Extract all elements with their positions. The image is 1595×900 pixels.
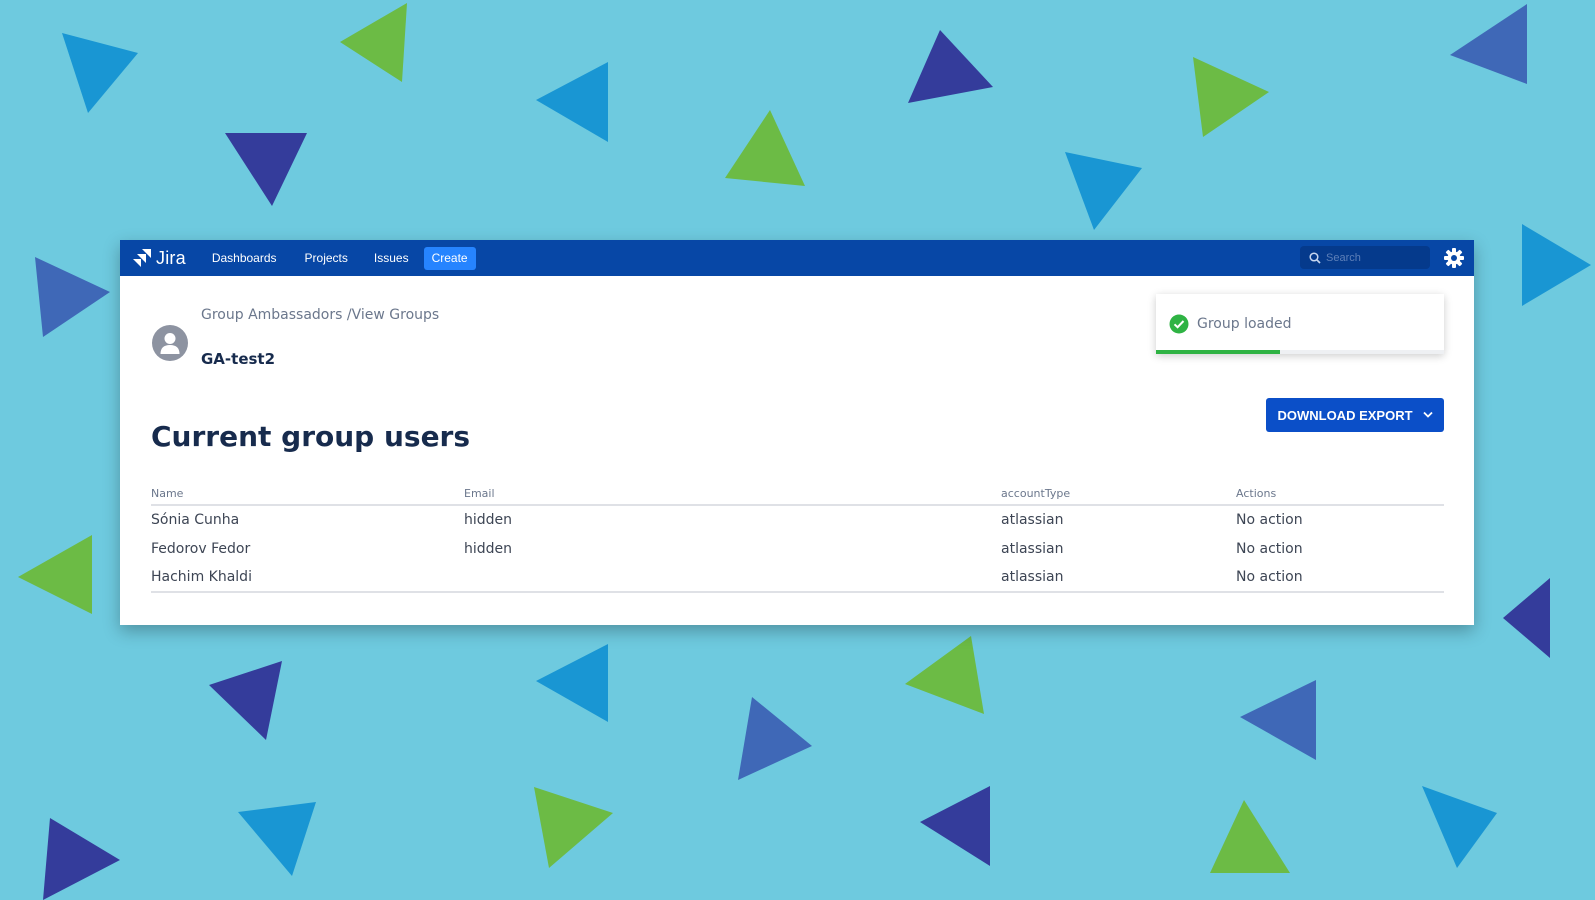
check-circle-icon bbox=[1169, 314, 1189, 334]
chevron-down-icon bbox=[1422, 411, 1433, 418]
jira-logo[interactable]: Jira bbox=[132, 248, 186, 269]
background-triangle bbox=[43, 818, 120, 900]
page-title: Current group users bbox=[151, 420, 471, 453]
cell-email: hidden bbox=[464, 512, 513, 528]
background-triangle bbox=[35, 257, 110, 337]
breadcrumb-separator: / bbox=[342, 307, 352, 323]
create-button[interactable]: Create bbox=[423, 246, 476, 270]
background-triangle bbox=[725, 110, 805, 186]
download-export-label: DOWNLOAD EXPORT bbox=[1277, 407, 1413, 423]
cell-actions: No action bbox=[1236, 563, 1444, 593]
breadcrumb: Group Ambassadors /View Groups bbox=[201, 307, 439, 323]
table-row: Sónia Cunha hidden atlassian No action bbox=[151, 505, 1444, 534]
column-header-accounttype[interactable]: accountType bbox=[1001, 483, 1236, 506]
background-triangle bbox=[534, 787, 613, 868]
download-export-button[interactable]: DOWNLOAD EXPORT bbox=[1266, 398, 1444, 432]
search-input[interactable] bbox=[1326, 251, 1426, 264]
toast-message: Group loaded bbox=[1197, 316, 1292, 332]
column-header-actions: Actions bbox=[1236, 483, 1444, 506]
background-triangle bbox=[209, 661, 282, 740]
table-row: Hachim Khaldi atlassian No action bbox=[151, 563, 1444, 593]
users-table: Name Email accountType Actions Sónia Cun… bbox=[151, 483, 1444, 593]
jira-logo-text: Jira bbox=[156, 247, 186, 268]
cell-name: Fedorov Fedor bbox=[151, 540, 251, 557]
cell-email bbox=[464, 563, 1001, 593]
background-triangle bbox=[1193, 57, 1269, 137]
cell-account-type: atlassian bbox=[1001, 540, 1064, 557]
toast-progress-bar bbox=[1156, 350, 1280, 354]
jira-window: Jira Dashboards Projects Issues Create S… bbox=[120, 240, 1474, 625]
toast-progress-track bbox=[1156, 350, 1444, 354]
background-triangle bbox=[908, 30, 993, 103]
cell-email: hidden bbox=[464, 540, 513, 557]
search-box[interactable] bbox=[1300, 246, 1430, 269]
background-triangle bbox=[1210, 800, 1290, 873]
top-navigation-bar: Jira Dashboards Projects Issues Create bbox=[120, 240, 1474, 276]
breadcrumb-view-groups[interactable]: View Groups bbox=[352, 307, 440, 323]
background-triangle bbox=[1450, 4, 1527, 84]
background-triangle bbox=[920, 786, 990, 866]
toast-notification: Group loaded bbox=[1156, 294, 1444, 354]
background-triangle bbox=[225, 133, 307, 206]
cell-name: Sónia Cunha bbox=[151, 512, 240, 528]
gear-icon[interactable] bbox=[1443, 247, 1465, 269]
user-avatar-icon bbox=[152, 325, 188, 361]
table-header-row: Name Email accountType Actions bbox=[151, 483, 1444, 506]
background-triangle bbox=[738, 697, 812, 780]
background-triangle bbox=[1503, 578, 1550, 658]
nav-projects[interactable]: Projects bbox=[305, 247, 348, 269]
background-triangle bbox=[1522, 224, 1591, 306]
breadcrumb-group-ambassadors[interactable]: Group Ambassadors bbox=[201, 307, 342, 323]
search-icon bbox=[1309, 251, 1321, 264]
background-triangle bbox=[1422, 786, 1497, 868]
background-triangle bbox=[536, 644, 608, 722]
background-triangle bbox=[1065, 152, 1142, 230]
cell-account-type: atlassian bbox=[1001, 563, 1236, 593]
cell-name: Hachim Khaldi bbox=[151, 563, 464, 593]
background-triangle bbox=[62, 33, 138, 113]
cell-actions: No action bbox=[1236, 540, 1303, 557]
column-header-name[interactable]: Name bbox=[151, 483, 464, 506]
background-triangle bbox=[1240, 680, 1316, 760]
cell-actions: No action bbox=[1236, 512, 1303, 528]
background-triangle bbox=[18, 535, 92, 614]
jira-logo-icon bbox=[133, 249, 151, 267]
nav-issues[interactable]: Issues bbox=[374, 247, 409, 269]
background-triangle bbox=[536, 62, 608, 142]
background-triangle bbox=[238, 802, 316, 876]
background-triangle bbox=[905, 636, 984, 714]
background-triangle bbox=[340, 3, 407, 82]
cell-account-type: atlassian bbox=[1001, 512, 1064, 528]
nav-dashboards[interactable]: Dashboards bbox=[212, 247, 277, 269]
group-name: GA-test2 bbox=[201, 350, 276, 368]
column-header-email[interactable]: Email bbox=[464, 483, 1001, 506]
table-row: Fedorov Fedor hidden atlassian No action bbox=[151, 534, 1444, 563]
